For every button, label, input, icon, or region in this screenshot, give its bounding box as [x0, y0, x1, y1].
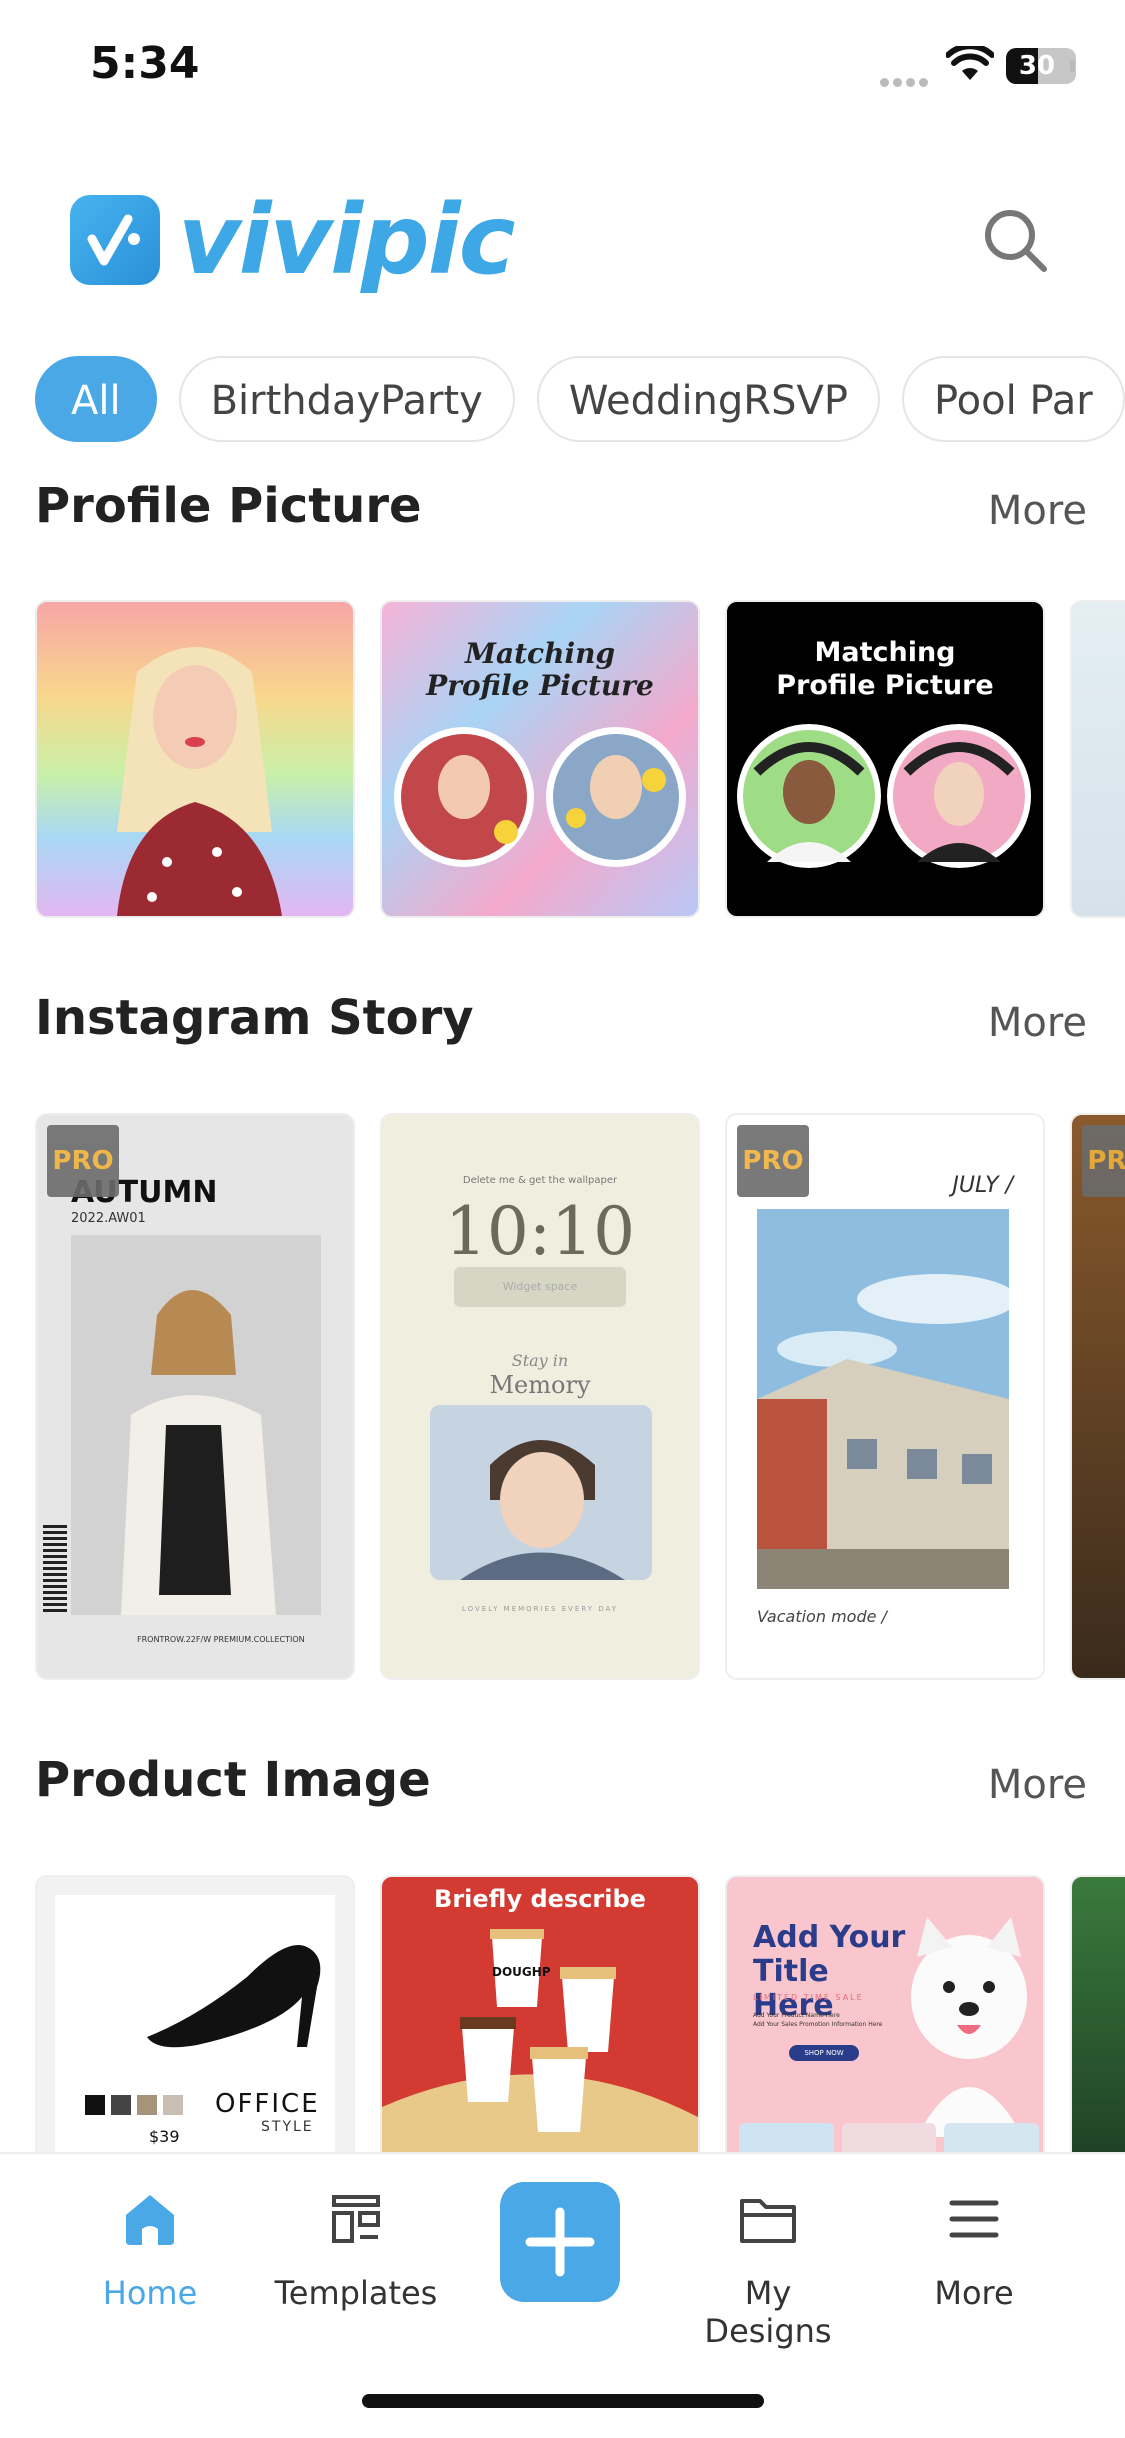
card-footer: LOVELY MEMORIES EVERY DAY — [461, 1605, 619, 1613]
app-name: vivipic — [178, 184, 515, 296]
card-title: JULY / — [952, 1173, 1013, 1198]
wifi-icon — [946, 46, 994, 80]
card-caption: Vacation mode / — [757, 1607, 887, 1626]
signal-icon — [880, 72, 934, 87]
card-body: Add Your Product Name Here Add Your Sale… — [753, 2012, 883, 2028]
duo-portraits — [737, 724, 1031, 868]
card-title: Add Your Title Here — [753, 1920, 906, 2023]
widget-placeholder: Widget space — [454, 1267, 626, 1307]
photo-frame — [430, 1405, 652, 1580]
card-script: Stay in — [511, 1351, 569, 1370]
product-thumbnails — [739, 2123, 1040, 2152]
status-bar: 5:34 30 — [0, 0, 1125, 130]
folder-icon — [740, 2199, 796, 2243]
card-caption: Delete me & get the wallpaper — [462, 1175, 618, 1186]
tab-label: Home — [102, 2274, 198, 2312]
photo-frame — [757, 1209, 1009, 1589]
product-image-row: OFFICE STYLE $39 Briefly describe DOUGHP… — [35, 1875, 1125, 2152]
instagram-story-row: AUTUMN 2022.AW01 FRONTROW.22F/W PREMIUM.… — [35, 1113, 1125, 1683]
filter-chip-all[interactable]: All — [35, 356, 157, 442]
search-button[interactable] — [980, 205, 1050, 275]
section-title-instagram-story: Instagram Story — [35, 990, 474, 1046]
profile-picture-row: Matching Profile Picture Matching Profil… — [35, 600, 1125, 920]
cup-label: DOUGHP — [492, 1965, 551, 1979]
card-tagline: LIMITED TIME SALE — [753, 1993, 864, 2002]
template-card-story-1[interactable]: AUTUMN 2022.AW01 FRONTROW.22F/W PREMIUM.… — [35, 1113, 355, 1680]
tab-more[interactable]: More — [884, 2184, 1064, 2312]
app-logo: vivipic — [70, 184, 515, 296]
filter-chip-poolparty[interactable]: Pool Par — [901, 356, 1125, 442]
templates-icon — [332, 2195, 380, 2243]
tab-home[interactable]: Home — [60, 2184, 240, 2312]
clock-display: 10:10 — [444, 1193, 636, 1270]
card-subtitle: 2022.AW01 — [71, 1211, 146, 1226]
building-photo — [757, 1209, 1009, 1589]
card-title: OFFICE — [215, 2089, 320, 2119]
plus-icon — [525, 2207, 595, 2277]
search-icon — [985, 210, 1047, 272]
filter-chip-weddingrsvp[interactable]: WeddingRSVP — [536, 356, 880, 442]
tab-label: More — [934, 2274, 1014, 2312]
home-indicator[interactable] — [362, 2394, 764, 2408]
battery-icon: 30 — [1006, 48, 1076, 86]
tab-label: Templates — [274, 2274, 438, 2312]
price-label: $39 — [149, 2127, 180, 2146]
template-card-product-1[interactable]: OFFICE STYLE $39 — [35, 1875, 355, 2152]
tab-label: My Designs — [704, 2274, 832, 2350]
card-footer: FRONTROW.22F/W PREMIUM.COLLECTION — [137, 1635, 305, 1644]
template-card-story-3[interactable]: JULY / Vacation mode / PRO — [725, 1113, 1045, 1680]
template-card-product-4[interactable] — [1070, 1875, 1125, 2152]
duo-portraits — [394, 727, 686, 867]
portrait-photo — [460, 1440, 625, 1580]
shop-now-button: SHOP NOW — [789, 2045, 859, 2061]
card-title: Memory — [489, 1371, 591, 1399]
template-card-story-2[interactable]: Delete me & get the wallpaper 10:10 Widg… — [380, 1113, 700, 1680]
tab-my-designs[interactable]: My Designs — [678, 2184, 858, 2350]
high-heel-illustration — [147, 1945, 321, 2048]
tab-templates[interactable]: Templates — [266, 2184, 446, 2312]
section-title-profile-picture: Profile Picture — [35, 478, 422, 534]
status-time: 5:34 — [90, 38, 200, 89]
portrait-illustration — [117, 647, 282, 916]
model-photo — [121, 1290, 276, 1615]
pro-badge: PRO — [47, 1125, 119, 1197]
card-title: Briefly describe — [434, 1885, 646, 1913]
card-subtitle: STYLE — [261, 2119, 314, 2135]
battery-level: 30 — [1018, 51, 1056, 81]
template-card-story-4[interactable]: PRO — [1070, 1113, 1125, 1680]
dog-illustration — [911, 1917, 1027, 2137]
section-title-product-image: Product Image — [35, 1752, 431, 1808]
pro-badge: PRO — [1082, 1125, 1125, 1197]
template-card-profile-4[interactable] — [1070, 600, 1125, 918]
template-card-product-2[interactable]: Briefly describe DOUGHP — [380, 1875, 700, 2152]
menu-icon — [949, 2200, 999, 2238]
more-button-profile-picture[interactable]: More — [988, 488, 1087, 534]
color-swatches — [85, 2095, 183, 2115]
template-card-profile-3[interactable]: Matching Profile Picture — [725, 600, 1045, 918]
pro-badge: PRO — [737, 1125, 809, 1197]
create-button[interactable] — [500, 2182, 620, 2302]
more-button-instagram-story[interactable]: More — [988, 1000, 1087, 1046]
cup-illustration — [382, 1929, 698, 2152]
barcode-icon — [43, 1525, 67, 1615]
photo-frame — [71, 1235, 321, 1615]
more-button-product-image[interactable]: More — [988, 1762, 1087, 1808]
logo-icon — [70, 195, 160, 285]
home-icon — [126, 2195, 174, 2245]
category-filter-bar: All BirthdayParty WeddingRSVP Pool Par — [35, 356, 1125, 448]
template-card-profile-1[interactable] — [35, 600, 355, 918]
template-card-profile-2[interactable]: Matching Profile Picture — [380, 600, 700, 918]
filter-chip-birthdayparty[interactable]: BirthdayParty — [178, 356, 515, 442]
template-card-product-3[interactable]: Add Your Title Here LIMITED TIME SALE Ad… — [725, 1875, 1045, 2152]
